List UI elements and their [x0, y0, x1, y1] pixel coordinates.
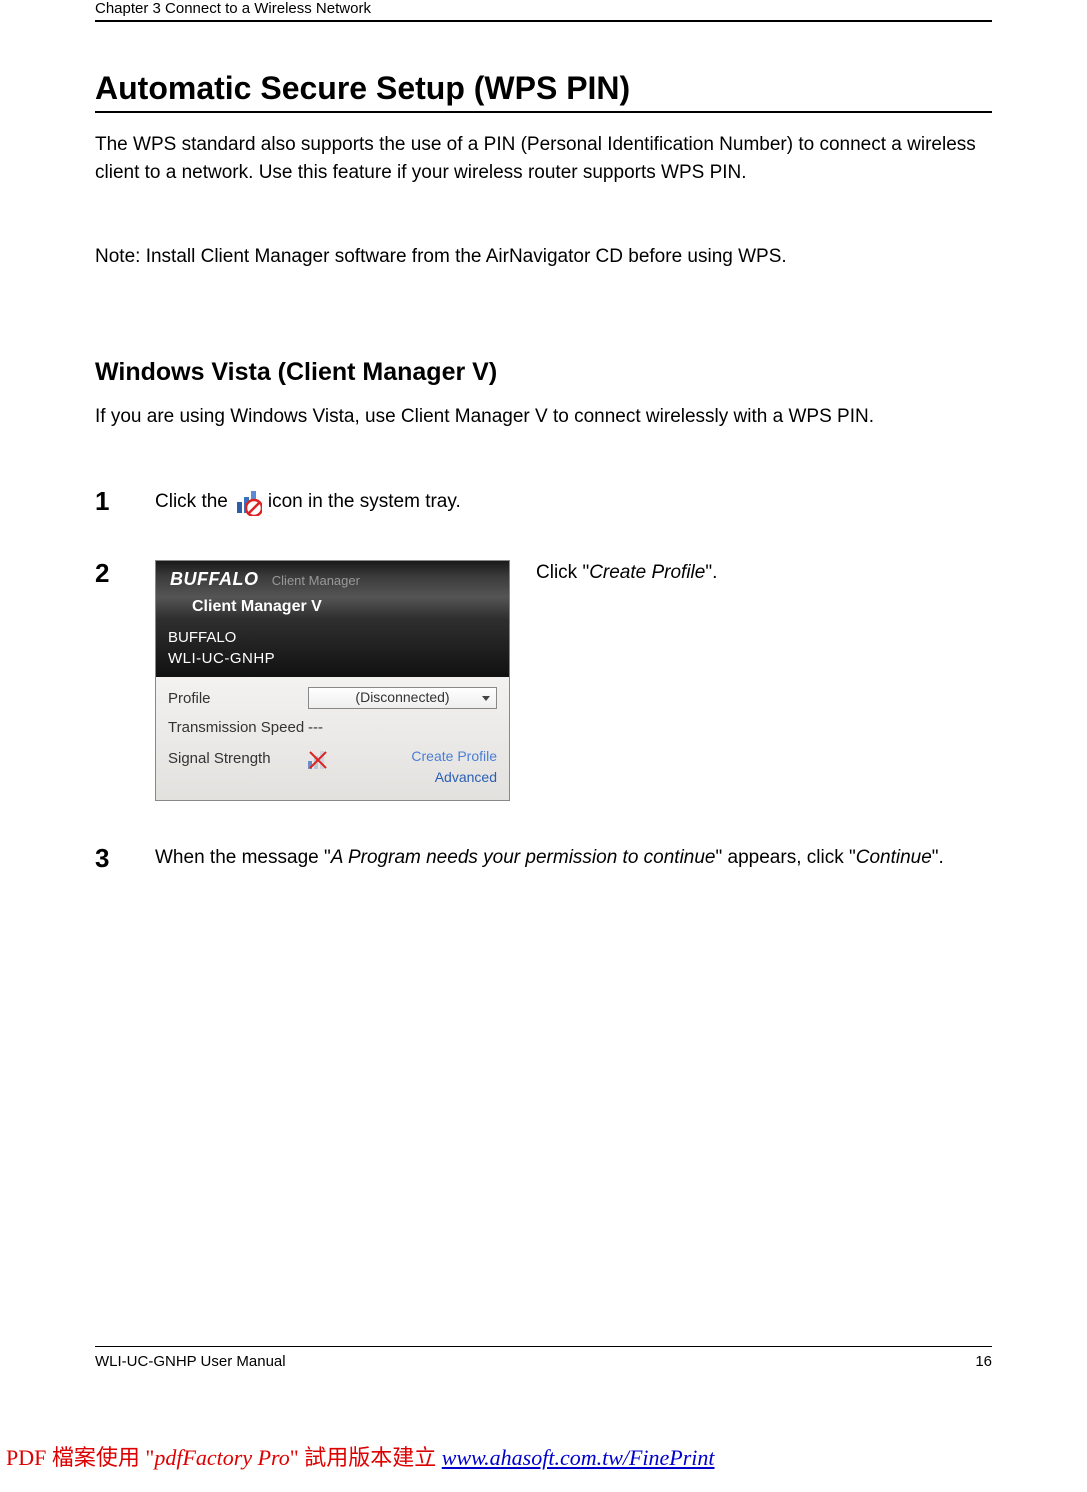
advanced-link[interactable]: Advanced — [411, 767, 497, 788]
watermark-p3: " 試用版本建立 — [290, 1445, 442, 1470]
step-3-button-name: Continue — [856, 847, 932, 868]
profile-selected-value: (Disconnected) — [355, 688, 449, 708]
signal-strength-icon — [306, 746, 340, 770]
adapter-model: WLI-UC-GNHP — [168, 648, 497, 669]
step-1: 1 Click the icon in the system tray. — [95, 488, 992, 516]
footer-manual-name: WLI-UC-GNHP User Manual — [95, 1353, 286, 1370]
step-2: 2 BUFFALO Client Manager Client Manager … — [95, 560, 992, 801]
client-manager-window: BUFFALO Client Manager Client Manager V … — [155, 560, 510, 801]
section-intro: If you are using Windows Vista, use Clie… — [95, 406, 992, 428]
page-title: Automatic Secure Setup (WPS PIN) — [95, 70, 992, 113]
step-3-message: A Program needs your permission to conti… — [331, 847, 716, 868]
tx-speed-label: Transmission Speed — [168, 717, 308, 738]
install-note: Note: Install Client Manager software fr… — [95, 246, 992, 268]
profile-dropdown[interactable]: (Disconnected) — [308, 687, 497, 709]
footer-page-number: 16 — [975, 1353, 992, 1370]
intro-paragraph: The WPS standard also supports the use o… — [95, 131, 992, 186]
watermark-link[interactable]: www.ahasoft.com.tw/FinePrint — [442, 1445, 715, 1470]
vendor-name: BUFFALO — [168, 627, 497, 648]
adapter-info: BUFFALO WLI-UC-GNHP — [156, 621, 509, 677]
step-3-t3: ". — [932, 847, 944, 868]
create-profile-link[interactable]: Create Profile — [411, 746, 497, 767]
step-number: 2 — [95, 560, 155, 586]
step-3-t1: When the message " — [155, 847, 331, 868]
watermark-p1: PDF 檔案使用 " — [6, 1445, 154, 1470]
watermark-product: pdfFactory Pro — [154, 1445, 289, 1470]
step-number: 3 — [95, 845, 155, 871]
client-manager-tray-icon — [234, 488, 262, 516]
step-3: 3 When the message "A Program needs your… — [95, 845, 992, 872]
window-title: Client Manager V — [192, 596, 499, 618]
step-2-instruction: Click "Create Profile". — [536, 560, 717, 587]
section-title: Windows Vista (Client Manager V) — [95, 358, 992, 387]
step-2-text-prefix: Click " — [536, 562, 589, 583]
page-header: Chapter 3 Connect to a Wireless Network — [95, 0, 992, 22]
tx-speed-row: Transmission Speed --- — [168, 717, 497, 738]
step-2-text-suffix: ". — [705, 562, 717, 583]
step-number: 1 — [95, 488, 155, 514]
profile-row: Profile (Disconnected) — [168, 687, 497, 709]
step-1-text-after: icon in the system tray. — [268, 489, 461, 516]
brand-subtext: Client Manager — [272, 573, 360, 588]
client-manager-titlebar: BUFFALO Client Manager Client Manager V — [156, 561, 509, 621]
step-3-t2: " appears, click " — [716, 847, 856, 868]
brand-logo: BUFFALO — [170, 567, 259, 592]
step-2-target: Create Profile — [589, 562, 705, 583]
signal-strength-label: Signal Strength — [168, 748, 308, 769]
pdf-watermark: PDF 檔案使用 "pdfFactory Pro" 試用版本建立 www.aha… — [0, 1430, 1087, 1484]
profile-label: Profile — [168, 688, 308, 709]
step-3-body: When the message "A Program needs your p… — [155, 845, 992, 872]
step-1-text-before: Click the — [155, 489, 228, 516]
tx-speed-value: --- — [308, 717, 323, 738]
